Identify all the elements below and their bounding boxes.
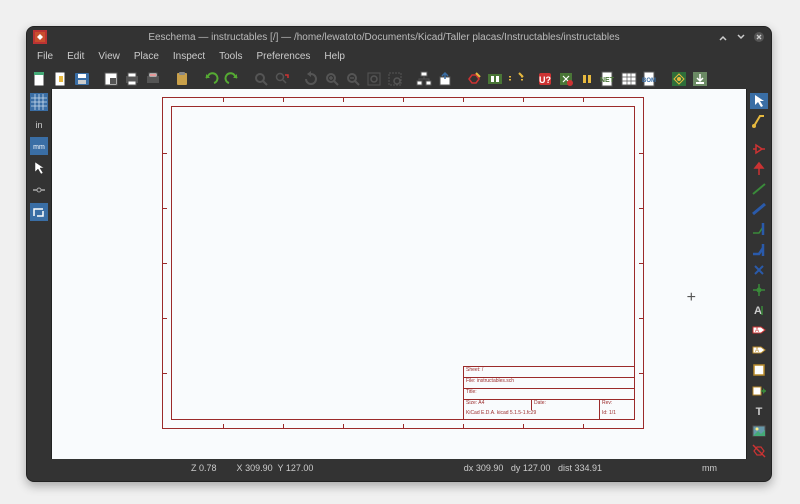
units-in-button[interactable]: in	[30, 115, 48, 133]
window-title: Eeschema — instructables [/] — /home/lew…	[51, 32, 717, 43]
new-button[interactable]	[31, 70, 49, 88]
menu-place[interactable]: Place	[128, 49, 165, 64]
schematic-canvas[interactable]: Sheet: / File: instructables.sch Title: …	[51, 89, 747, 459]
left-toolbar: in mm	[27, 89, 51, 459]
status-zoom: Z 0.78	[181, 463, 227, 473]
menu-inspect[interactable]: Inspect	[167, 49, 211, 64]
erc-button[interactable]	[557, 70, 575, 88]
page-settings-button[interactable]	[102, 70, 120, 88]
annotate-button[interactable]: U?	[536, 70, 554, 88]
delete-tool-button[interactable]	[750, 443, 768, 459]
status-units: mm	[692, 463, 727, 473]
app-icon	[33, 30, 47, 44]
zoom-out-button[interactable]	[344, 70, 362, 88]
svg-text:mm: mm	[33, 144, 45, 151]
crosshair-cursor-icon: +	[687, 289, 696, 307]
highlight-net-button[interactable]	[750, 113, 768, 129]
no-connect-button[interactable]	[750, 262, 768, 278]
run-pcbnew-button[interactable]	[670, 70, 688, 88]
titleblock-kicad: KiCad E.D.A. kicad 5.1.5-1.fc29	[464, 410, 600, 420]
svg-text:in: in	[35, 120, 42, 130]
menu-file[interactable]: File	[31, 49, 59, 64]
netlist-button[interactable]: NET	[599, 70, 617, 88]
menu-bar: File Edit View Place Inspect Tools Prefe…	[27, 47, 771, 65]
titleblock-rev: Rev:	[600, 400, 634, 410]
titleblock-size: Size: A4	[464, 400, 532, 410]
status-bar: Z 0.78 X 309.90 Y 127.00 dx 309.90 dy 12…	[27, 459, 771, 477]
replace-button[interactable]	[273, 70, 291, 88]
place-bus-button[interactable]	[750, 201, 768, 217]
paste-button[interactable]	[173, 70, 191, 88]
symbol-fields-button[interactable]	[620, 70, 638, 88]
right-toolbar: A A A T	[747, 89, 771, 459]
save-button[interactable]	[73, 70, 91, 88]
title-bar: Eeschema — instructables [/] — /home/lew…	[27, 27, 771, 47]
cursor-shape-button[interactable]	[30, 159, 48, 177]
main-area: in mm Sheet: / File: instructables.sch T…	[27, 89, 771, 459]
menu-tools[interactable]: Tools	[213, 49, 248, 64]
titleblock-date: Date:	[532, 400, 600, 410]
svg-text:NET: NET	[600, 77, 615, 84]
global-label-button[interactable]: A	[750, 322, 768, 338]
titleblock-id: Id: 1/1	[600, 410, 634, 420]
find-button[interactable]	[252, 70, 270, 88]
import-hier-pin-button[interactable]	[750, 383, 768, 399]
titleblock-file: File: instructables.sch	[464, 378, 634, 389]
svg-text:U?: U?	[539, 75, 551, 85]
maximize-button[interactable]	[735, 31, 747, 43]
force-hv-button[interactable]	[30, 203, 48, 221]
place-text-button[interactable]: T	[750, 403, 768, 419]
svg-text:T: T	[756, 406, 763, 418]
select-tool-button[interactable]	[750, 93, 768, 109]
assign-footprints-button[interactable]	[578, 70, 596, 88]
status-delta: dx 309.90 dy 127.00 dist 334.91	[454, 463, 612, 473]
zoom-in-button[interactable]	[323, 70, 341, 88]
svg-text:A: A	[754, 305, 762, 317]
plot-button[interactable]	[144, 70, 162, 88]
bom-button[interactable]: BOM	[641, 70, 659, 88]
import-footprint-button[interactable]	[691, 70, 709, 88]
undo-button[interactable]	[202, 70, 220, 88]
status-coords: X 309.90 Y 127.00	[227, 463, 324, 473]
print-button[interactable]	[123, 70, 141, 88]
zoom-fit-button[interactable]	[365, 70, 383, 88]
menu-help[interactable]: Help	[318, 49, 351, 64]
minimize-button[interactable]	[717, 31, 729, 43]
hier-label-button[interactable]: A	[750, 342, 768, 358]
svg-text:A: A	[755, 328, 759, 334]
browse-symbol-button[interactable]	[486, 70, 504, 88]
place-power-button[interactable]	[750, 161, 768, 177]
place-wire-button[interactable]	[750, 181, 768, 197]
svg-text:A: A	[755, 348, 759, 354]
navigate-hierarchy-button[interactable]	[415, 70, 433, 88]
place-image-button[interactable]	[750, 423, 768, 439]
junction-button[interactable]	[750, 282, 768, 298]
redo-button[interactable]	[223, 70, 241, 88]
hidden-pins-button[interactable]	[30, 181, 48, 199]
titleblock-title: Title:	[464, 389, 634, 400]
open-button[interactable]	[52, 70, 70, 88]
menu-preferences[interactable]: Preferences	[250, 49, 316, 64]
net-label-button[interactable]: A	[750, 302, 768, 318]
footprint-editor-button[interactable]	[507, 70, 525, 88]
refresh-button[interactable]	[302, 70, 320, 88]
menu-edit[interactable]: Edit	[61, 49, 90, 64]
menu-view[interactable]: View	[92, 49, 126, 64]
sheet-frame: Sheet: / File: instructables.sch Title: …	[162, 97, 644, 429]
bus-to-bus-button[interactable]	[750, 242, 768, 258]
app-window: Eeschema — instructables [/] — /home/lew…	[26, 26, 772, 482]
place-symbol-button[interactable]	[750, 141, 768, 157]
units-mm-button[interactable]: mm	[30, 137, 48, 155]
zoom-selection-button[interactable]	[386, 70, 404, 88]
hier-sheet-button[interactable]	[750, 362, 768, 378]
grid-toggle-button[interactable]	[30, 93, 48, 111]
wire-to-bus-button[interactable]	[750, 221, 768, 237]
titleblock-sheet: Sheet: /	[464, 367, 634, 378]
title-block: Sheet: / File: instructables.sch Title: …	[463, 366, 635, 420]
svg-text:BOM: BOM	[642, 78, 656, 84]
leave-sheet-button[interactable]	[436, 70, 454, 88]
close-button[interactable]	[753, 31, 765, 43]
symbol-editor-button[interactable]	[465, 70, 483, 88]
